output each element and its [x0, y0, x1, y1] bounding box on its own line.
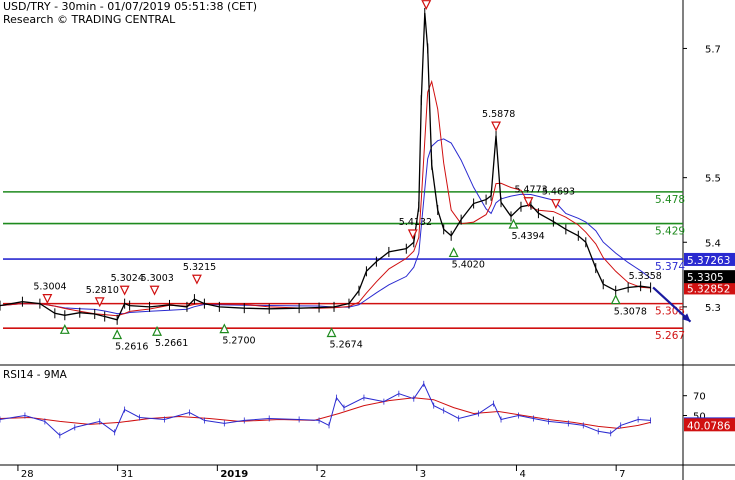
price-tick-label: 5.3: [705, 303, 721, 314]
trough-marker: [326, 327, 337, 338]
price-tag-text: 5.32852: [687, 283, 730, 295]
price-tag-text: 5.37263: [687, 255, 730, 267]
trough-marker: [448, 247, 459, 258]
trough-label: 5.2616: [115, 341, 148, 352]
level-label: 5.267: [655, 330, 685, 342]
trough-label: 5.2700: [222, 336, 255, 347]
trough-label: 5.2674: [330, 340, 363, 351]
level-label: 5.478: [655, 194, 685, 206]
price-chart: 5.4785.4295.3745.3055.267 5.3004 5.28105.…: [0, 0, 735, 480]
peak-marker: [191, 274, 202, 285]
trough-label: 5.4020: [452, 259, 485, 270]
rsi-tag-text: 40.0786: [687, 420, 731, 432]
trough-label: 5.3078: [614, 307, 647, 318]
peak-label: 5.5878: [482, 109, 515, 120]
rsi-line: [0, 382, 651, 436]
date-tick-label: 31: [121, 469, 134, 480]
current-price-tag-text: 5.3305: [687, 272, 724, 284]
trough-marker: [112, 329, 123, 340]
peak-label: 5.3215: [183, 262, 216, 273]
peak-marker: [42, 294, 53, 304]
date-tick-label: 2: [320, 469, 326, 480]
level-label: 5.429: [655, 226, 685, 238]
date-tick-label: 3: [420, 469, 426, 480]
peak-label: 5.3004: [33, 282, 66, 293]
price-tick-label: 5.5: [705, 174, 721, 185]
rsi-tick-label: 70: [693, 392, 706, 403]
peak-marker: [421, 0, 432, 11]
peak-label: 5.4132: [399, 217, 432, 228]
peak-marker: [94, 297, 105, 308]
date-tick-label: 4: [519, 469, 525, 480]
date-tick-label: 7: [619, 469, 625, 480]
price-ma-red-line: [0, 79, 651, 317]
price-tick-label: 5.7: [705, 44, 721, 55]
peak-label: 5.3024: [111, 273, 144, 284]
trough-marker: [59, 323, 70, 334]
peak-label: 5.4693: [542, 187, 575, 198]
peak-marker: [149, 285, 160, 296]
trough-label: 5.2661: [155, 338, 188, 349]
price-tick-label: 5.4: [705, 238, 721, 249]
peak-marker: [491, 121, 502, 132]
date-tick-label: 2019: [220, 469, 248, 480]
note-label: 5.3358: [629, 271, 662, 282]
date-tick-label: 28: [21, 469, 34, 480]
peak-label: 5.3003: [141, 273, 174, 284]
peak-marker: [119, 285, 130, 296]
trough-label: 5.4394: [511, 231, 544, 242]
trough-marker: [610, 294, 621, 305]
peak-label: 5.2810: [86, 285, 119, 296]
price-line: [0, 12, 651, 321]
